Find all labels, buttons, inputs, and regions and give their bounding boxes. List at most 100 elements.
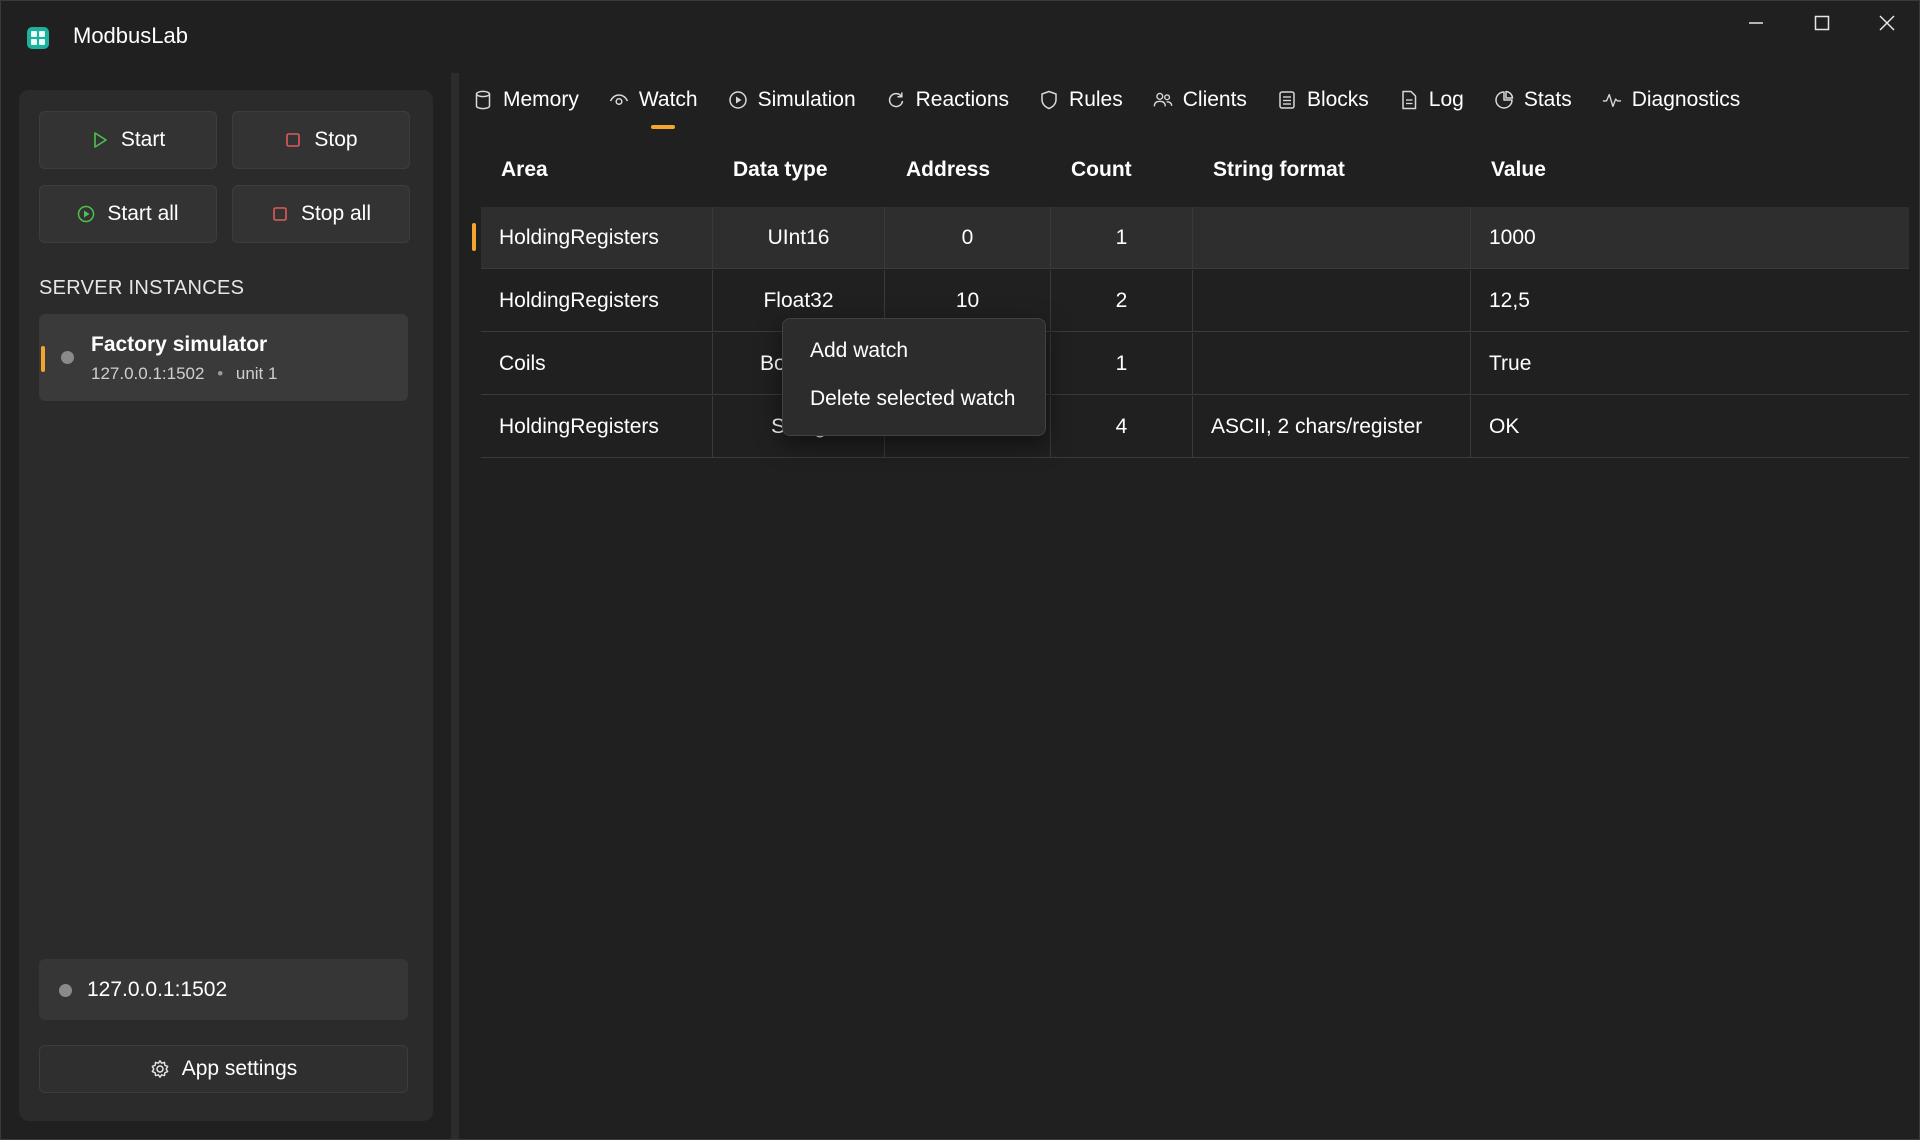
title-bar: ModbusLab — [1, 1, 1919, 77]
cell-string-format — [1192, 270, 1470, 332]
list-icon — [1277, 90, 1297, 110]
tab-diagnostics[interactable]: Diagnostics — [1587, 85, 1756, 115]
tab-label: Log — [1428, 88, 1464, 111]
pane-divider[interactable] — [451, 73, 459, 1139]
stop-button[interactable]: Stop — [232, 111, 410, 169]
minimize-icon — [1749, 22, 1763, 24]
start-label: Start — [120, 128, 166, 151]
endpoint-status: 127.0.0.1:1502 — [39, 959, 408, 1020]
tab-blocks[interactable]: Blocks — [1262, 85, 1384, 115]
status-dot — [59, 984, 72, 997]
cell-string-format: ASCII, 2 chars/register — [1192, 396, 1470, 458]
cell-data-type: UInt16 — [712, 207, 884, 269]
cell-area: HoldingRegisters — [499, 289, 659, 312]
close-icon — [1879, 15, 1895, 31]
delete-watch-menu-item[interactable]: Delete selected watch — [810, 387, 1015, 411]
column-header[interactable]: Data type — [733, 158, 828, 182]
cell-area: HoldingRegisters — [499, 415, 659, 438]
tab-label: Clients — [1182, 88, 1247, 111]
add-watch-menu-item[interactable]: Add watch — [810, 339, 908, 363]
server-instance-item[interactable]: Factory simulator 127.0.0.1:1502 • unit … — [39, 314, 408, 401]
document-icon — [1399, 90, 1419, 110]
tab-reactions[interactable]: Reactions — [871, 85, 1024, 115]
app-logo-icon — [27, 27, 49, 49]
cell-string-format — [1192, 333, 1470, 395]
tab-label: Rules — [1069, 88, 1123, 111]
tab-clients[interactable]: Clients — [1138, 85, 1262, 115]
cell-count: 1 — [1050, 207, 1192, 269]
tab-stats[interactable]: Stats — [1479, 85, 1587, 115]
stop-icon — [273, 207, 287, 221]
database-icon — [473, 90, 493, 110]
chart-icon — [1494, 90, 1514, 110]
shield-icon — [1039, 90, 1059, 110]
cell-count: 4 — [1050, 396, 1192, 458]
stop-icon — [286, 133, 301, 147]
watch-table: Area Data type Address Count String form… — [472, 149, 1909, 458]
maximize-icon — [1814, 15, 1830, 31]
table-row[interactable]: Coils Boolean 0 1 True — [481, 333, 1909, 395]
cell-value: 1000 — [1470, 207, 1909, 269]
start-all-label: Start all — [107, 202, 179, 225]
instance-details: 127.0.0.1:1502 • unit 1 — [91, 364, 277, 384]
cell-address: 0 — [884, 207, 1050, 269]
tab-label: Watch — [638, 88, 698, 111]
tab-label: Stats — [1523, 88, 1572, 111]
start-button[interactable]: Start — [39, 111, 217, 169]
table-header: Area Data type Address Count String form… — [481, 149, 1909, 193]
instance-endpoint: 127.0.0.1:1502 — [91, 364, 205, 383]
table-row[interactable]: HoldingRegisters UInt16 0 1 1000 — [472, 207, 1909, 269]
tab-simulation[interactable]: Simulation — [713, 85, 871, 115]
column-header[interactable]: Count — [1071, 158, 1132, 182]
endpoint-text: 127.0.0.1:1502 — [87, 978, 228, 1001]
column-header[interactable]: Value — [1491, 158, 1546, 182]
play-circle-icon — [728, 90, 748, 110]
tab-watch[interactable]: Watch — [594, 85, 713, 115]
table-row[interactable]: HoldingRegisters Float32 10 2 12,5 — [481, 270, 1909, 332]
selection-indicator — [472, 223, 476, 251]
stop-label: Stop — [314, 128, 358, 151]
tab-rules[interactable]: Rules — [1024, 85, 1138, 115]
people-icon — [1153, 90, 1173, 110]
instance-name: Factory simulator — [91, 333, 268, 356]
cell-area: HoldingRegisters — [499, 226, 659, 249]
separator: • — [217, 364, 224, 383]
app-window: ModbusLab Start Stop Start all Stop all … — [0, 0, 1920, 1140]
cell-value: True — [1470, 333, 1909, 395]
pulse-icon — [1602, 90, 1622, 110]
column-header[interactable]: String format — [1213, 158, 1345, 182]
maximize-button[interactable] — [1797, 9, 1847, 39]
tab-label: Reactions — [915, 88, 1010, 111]
play-circle-icon — [78, 205, 95, 223]
stop-all-button[interactable]: Stop all — [232, 185, 410, 243]
sidebar: Start Stop Start all Stop all SERVER INS… — [19, 90, 433, 1121]
instance-unit: unit 1 — [235, 364, 278, 383]
minimize-button[interactable] — [1731, 9, 1781, 39]
context-menu: Add watch Delete selected watch — [782, 318, 1046, 436]
eye-icon — [609, 90, 629, 110]
app-settings-label: App settings — [181, 1057, 298, 1080]
selection-indicator — [41, 346, 45, 372]
tab-label: Blocks — [1306, 88, 1369, 111]
cell-value: 12,5 — [1470, 270, 1909, 332]
cell-string-format — [1192, 207, 1470, 269]
cell-value: OK — [1470, 396, 1909, 458]
stop-all-label: Stop all — [300, 202, 372, 225]
app-settings-button[interactable]: App settings — [39, 1045, 408, 1093]
status-dot — [61, 351, 74, 364]
column-header[interactable]: Area — [501, 158, 548, 182]
cell-count: 1 — [1050, 333, 1192, 395]
tab-label: Simulation — [757, 88, 856, 111]
tab-label: Diagnostics — [1631, 88, 1741, 111]
tab-bar: Memory Watch Simulation Reactions Rules … — [471, 85, 1755, 129]
column-header[interactable]: Address — [906, 158, 990, 182]
cell-area: Coils — [499, 352, 546, 375]
tab-label: Memory — [503, 88, 579, 111]
start-all-button[interactable]: Start all — [39, 185, 217, 243]
table-row[interactable]: HoldingRegisters String 20 4 ASCII, 2 ch… — [481, 396, 1909, 458]
tab-memory[interactable]: Memory — [471, 85, 594, 115]
close-button[interactable] — [1862, 9, 1912, 39]
play-icon — [94, 132, 107, 148]
app-title: ModbusLab — [73, 23, 188, 48]
tab-log[interactable]: Log — [1384, 85, 1479, 115]
